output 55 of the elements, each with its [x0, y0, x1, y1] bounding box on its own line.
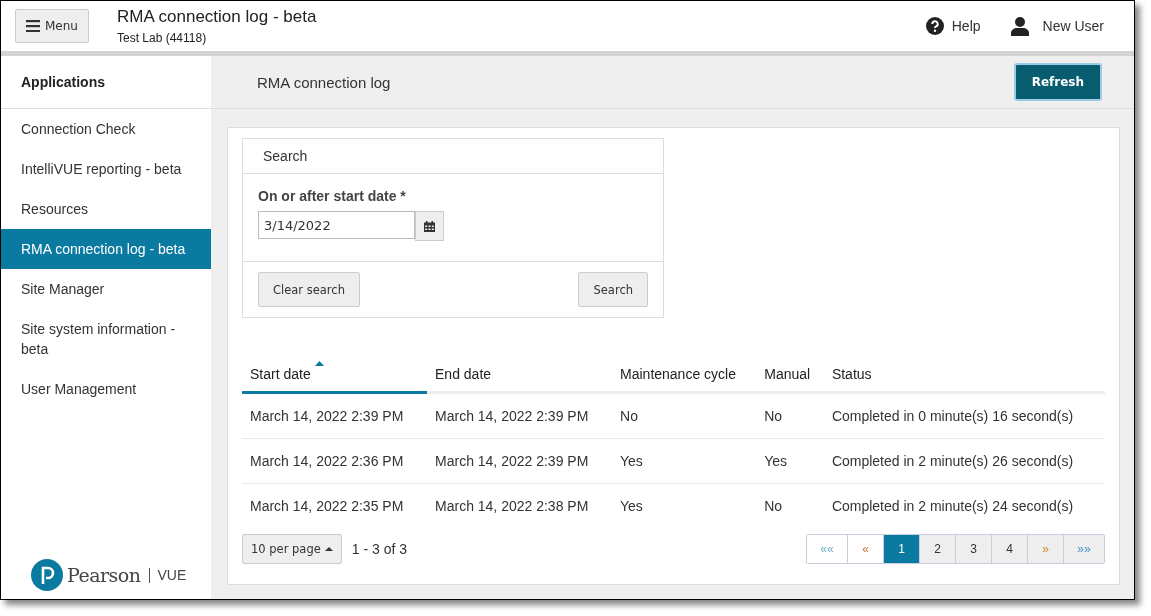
- calendar-icon: [424, 220, 435, 232]
- help-link[interactable]: Help: [925, 17, 981, 35]
- page-link[interactable]: 4: [991, 535, 1027, 563]
- menu-icon: [26, 20, 40, 32]
- search-panel-title: Search: [243, 139, 663, 174]
- field-label: On or after start date *: [258, 188, 407, 204]
- table-cell: Yes: [756, 438, 824, 484]
- date-input[interactable]: 3/14/2022: [258, 211, 415, 239]
- logo-brand: Pearson: [67, 564, 141, 586]
- column-header[interactable]: Maintenance cycle: [612, 356, 757, 393]
- column-header[interactable]: Manual: [756, 356, 824, 393]
- logo-product: VUE: [157, 567, 187, 583]
- sidebar-item[interactable]: Site Manager: [1, 269, 211, 309]
- result-range: 1 - 3 of 3: [351, 541, 408, 557]
- page-link[interactable]: 2: [919, 535, 955, 563]
- table-cell: No: [756, 392, 824, 439]
- sidebar-item[interactable]: User Management: [1, 369, 211, 409]
- column-header[interactable]: Start date: [242, 356, 427, 393]
- table-cell: March 14, 2022 2:36 PM: [242, 438, 427, 484]
- caret-icon: [324, 547, 333, 551]
- table-cell: March 14, 2022 2:39 PM: [427, 392, 613, 439]
- refresh-button[interactable]: Refresh: [1013, 63, 1102, 101]
- help-icon: [925, 17, 944, 35]
- menu-button[interactable]: Menu: [15, 9, 89, 43]
- clear-search-button[interactable]: Clear search: [258, 272, 360, 307]
- lab-name: Test Lab (44118): [116, 31, 208, 45]
- column-header[interactable]: Status: [823, 356, 1105, 393]
- sidebar-item[interactable]: Connection Check: [1, 109, 211, 149]
- sidebar-item[interactable]: Resources: [1, 189, 211, 229]
- sidebar-item[interactable]: IntelliVUE reporting - beta: [1, 149, 211, 189]
- user-menu[interactable]: New User: [1010, 16, 1104, 36]
- table-cell: Yes: [612, 483, 757, 528]
- section-title: RMA connection log: [257, 73, 391, 91]
- sort-ascending-icon: [314, 361, 324, 366]
- table-cell: No: [756, 483, 824, 528]
- search-button[interactable]: Search: [578, 272, 648, 307]
- per-page-dropdown[interactable]: 10 per page: [242, 534, 342, 564]
- calendar-button[interactable]: [415, 211, 444, 241]
- table-cell: March 14, 2022 2:39 PM: [242, 392, 427, 439]
- logo-icon: [31, 559, 63, 591]
- table-cell: March 14, 2022 2:38 PM: [427, 483, 613, 528]
- page-title: RMA connection log - beta: [116, 7, 317, 27]
- table-cell: Completed in 2 minute(s) 24 second(s): [823, 483, 1105, 528]
- table-cell: No: [612, 392, 757, 439]
- sidebar-item[interactable]: RMA connection log - beta: [1, 229, 211, 269]
- page-link[interactable]: 1: [883, 535, 919, 563]
- sidebar-item[interactable]: Site system information - beta: [1, 309, 211, 369]
- table-cell: March 14, 2022 2:35 PM: [242, 483, 427, 528]
- page-link[interactable]: 3: [955, 535, 991, 563]
- table-cell: Completed in 0 minute(s) 16 second(s): [823, 392, 1105, 439]
- table-cell: Completed in 2 minute(s) 26 second(s): [823, 438, 1105, 484]
- table-cell: Yes: [612, 438, 757, 484]
- user-icon: [1010, 16, 1029, 36]
- column-header[interactable]: End date: [427, 356, 613, 393]
- table-cell: March 14, 2022 2:39 PM: [427, 438, 613, 484]
